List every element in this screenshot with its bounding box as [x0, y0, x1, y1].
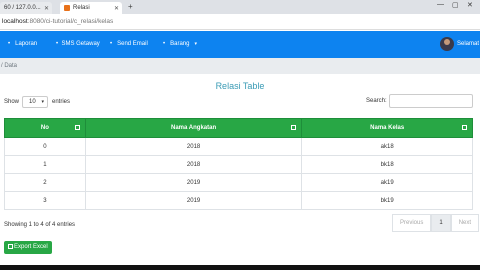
url-host: localhost: [2, 18, 28, 25]
sort-icon: [462, 125, 467, 130]
bullet-icon: •: [110, 41, 113, 47]
tab-title: 60 / 127.0.0...: [4, 5, 41, 11]
column-header-no[interactable]: No: [4, 118, 86, 138]
bullet-icon: •: [8, 41, 11, 47]
nav-label: SMS Getaway: [61, 41, 100, 47]
nav-label: Send Email: [117, 41, 148, 47]
cell-nama-kelas: bk18: [301, 155, 473, 174]
chevron-down-icon: ▾: [41, 99, 44, 105]
browser-tab-active[interactable]: Relasi ✕: [60, 2, 122, 14]
next-button[interactable]: Next: [450, 214, 480, 232]
browser-tab[interactable]: 60 / 127.0.0... ✕: [0, 2, 52, 14]
cell-nama-angkatan: 2019: [84, 173, 303, 192]
cell-nama-angkatan: 2019: [84, 191, 303, 210]
taskbar: [0, 265, 480, 270]
close-window-icon[interactable]: ✕: [467, 1, 473, 9]
nav-label: Barang: [170, 41, 190, 47]
new-tab-icon[interactable]: +: [128, 2, 133, 11]
header-label: No: [40, 125, 49, 131]
cell-nama-angkatan: 2018: [84, 137, 303, 156]
header-label: Nama Angkatan: [171, 125, 217, 131]
table-row: 3 2019 bk19: [4, 191, 473, 210]
cell-nama-kelas: bk19: [301, 191, 473, 210]
table-row: 2 2019 ak19: [4, 173, 473, 192]
entries-label: entries: [52, 99, 71, 105]
excel-icon: [8, 244, 13, 249]
address-bar[interactable]: localhost:8080/ci-tutorial/c_relasi/kela…: [0, 14, 480, 30]
table-header-row: No Nama Angkatan Nama Kelas: [4, 118, 473, 138]
export-label: Export Excel: [14, 244, 48, 250]
tab-title: Relasi: [73, 5, 90, 11]
header-label: Nama Kelas: [370, 125, 405, 131]
search-input[interactable]: [389, 94, 473, 108]
nav-sms-getaway[interactable]: • SMS Getaway: [56, 41, 100, 47]
pagination: Previous 1 Next: [392, 214, 480, 232]
user-name[interactable]: Selamat: [457, 41, 479, 47]
nav-laporan[interactable]: • Laporan: [8, 41, 37, 47]
show-label: Show: [4, 99, 20, 105]
column-header-nama-kelas[interactable]: Nama Kelas: [301, 118, 473, 138]
bullet-icon: •: [56, 41, 59, 47]
page-1-button[interactable]: 1: [431, 214, 451, 232]
favicon-icon: [64, 5, 70, 11]
cell-no: 0: [4, 137, 86, 156]
cell-nama-angkatan: 2018: [84, 155, 303, 174]
table-row: 0 2018 ak18: [4, 137, 473, 156]
cell-no: 1: [4, 155, 86, 174]
top-navbar: • Laporan • SMS Getaway • Send Email • B…: [0, 31, 480, 58]
url-path: :8080/ci-tutorial/c_relasi/kelas: [27, 18, 114, 25]
browser-tab-strip: 60 / 127.0.0... ✕ Relasi ✕ + — ▢ ✕: [0, 0, 480, 14]
caret-down-icon: ▾: [194, 41, 197, 47]
column-header-nama-angkatan[interactable]: Nama Angkatan: [84, 118, 303, 138]
entries-value: 10: [29, 99, 36, 105]
search-label: Search:: [366, 98, 387, 104]
relasi-table: No Nama Angkatan Nama Kelas 0 2018 ak18 …: [4, 118, 473, 210]
page-title: Relasi Table: [215, 81, 265, 91]
table-info: Showing 1 to 4 of 4 entries: [4, 222, 76, 228]
maximize-icon[interactable]: ▢: [452, 1, 459, 9]
nav-barang[interactable]: • Barang ▾: [163, 41, 197, 47]
close-icon[interactable]: ✕: [114, 5, 119, 12]
minimize-icon[interactable]: —: [437, 1, 444, 8]
export-excel-button[interactable]: Export Excel: [4, 241, 52, 254]
cell-no: 3: [4, 191, 86, 210]
breadcrumb: / Data: [0, 58, 480, 74]
nav-label: Laporan: [15, 41, 38, 47]
sort-icon: [74, 125, 80, 130]
cell-no: 2: [4, 173, 86, 192]
sort-icon: [291, 125, 297, 130]
avatar[interactable]: [440, 37, 454, 51]
url-text: localhost:8080/ci-tutorial/c_relasi/kela…: [2, 18, 113, 25]
table-row: 1 2018 bk18: [4, 155, 473, 174]
bullet-icon: •: [163, 41, 166, 47]
previous-button[interactable]: Previous: [392, 214, 432, 232]
nav-send-email[interactable]: • Send Email: [110, 41, 148, 47]
cell-nama-kelas: ak19: [301, 173, 473, 192]
entries-select[interactable]: 10 ▾: [22, 96, 48, 108]
close-icon[interactable]: ✕: [44, 5, 49, 12]
cell-nama-kelas: ak18: [301, 137, 473, 156]
